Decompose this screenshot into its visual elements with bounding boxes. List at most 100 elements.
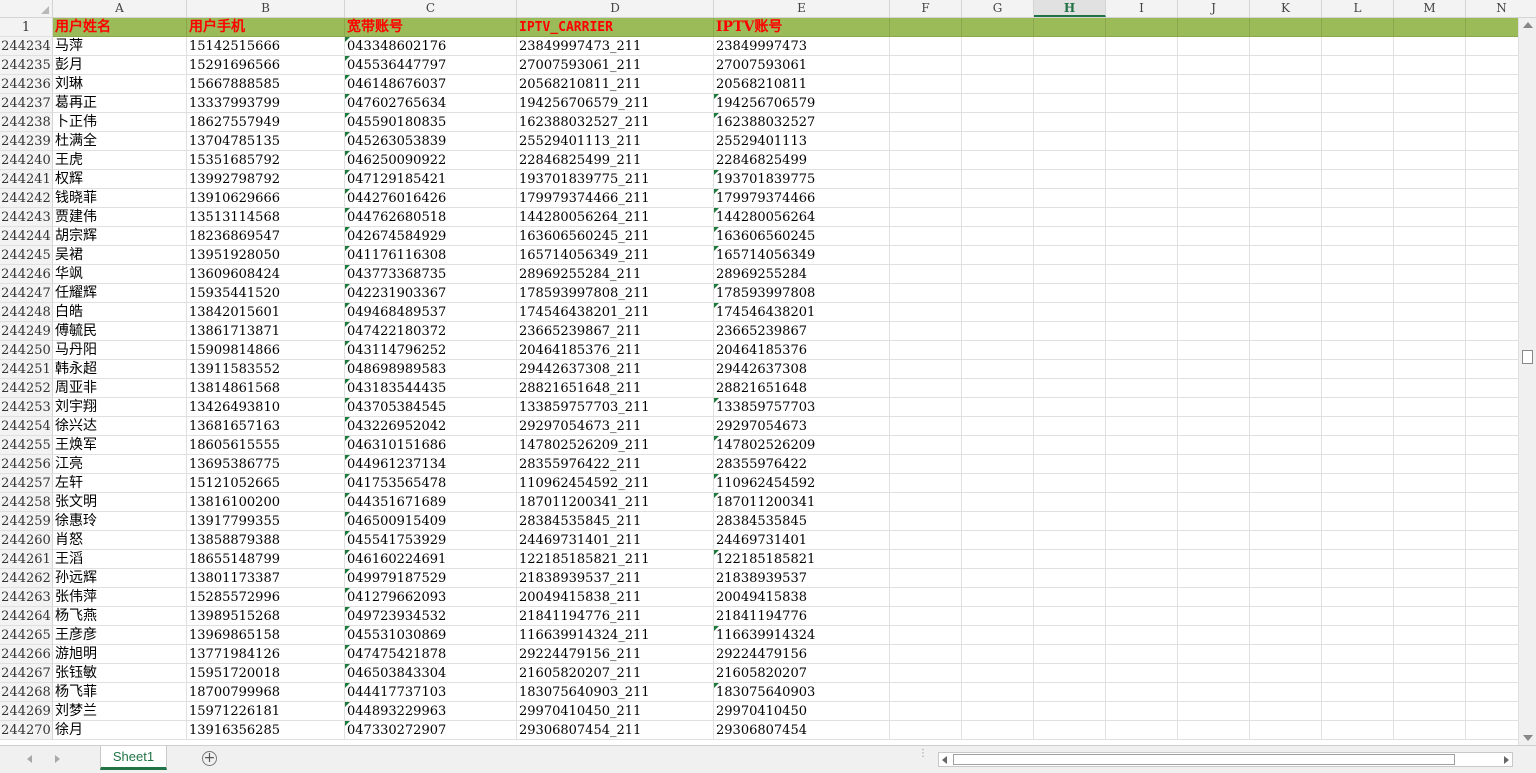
empty-cell[interactable] (1034, 607, 1106, 626)
cell-user-phone[interactable]: 13969865158 (187, 626, 345, 645)
cell-broadband-account[interactable]: 046148676037 (345, 75, 517, 94)
empty-cell[interactable] (1394, 550, 1466, 569)
empty-cell[interactable] (1394, 284, 1466, 303)
empty-cell[interactable] (1034, 246, 1106, 265)
empty-cell[interactable] (962, 607, 1034, 626)
empty-cell[interactable] (890, 645, 962, 664)
empty-cell[interactable] (1394, 607, 1466, 626)
column-header-j[interactable]: J (1178, 0, 1250, 17)
row-number[interactable]: 244237 (0, 94, 53, 113)
empty-cell[interactable] (1322, 303, 1394, 322)
empty-cell[interactable] (1178, 626, 1250, 645)
row-number[interactable]: 244253 (0, 398, 53, 417)
cell-iptv-account[interactable]: 193701839775 (714, 170, 890, 189)
cell-user-name[interactable]: 徐月 (53, 721, 187, 740)
scroll-split-handle[interactable]: ⋮ (918, 749, 928, 766)
empty-cell[interactable] (1034, 626, 1106, 645)
empty-cell[interactable] (1106, 208, 1178, 227)
cell-iptv-account[interactable]: 28821651648 (714, 379, 890, 398)
empty-cell[interactable] (1394, 227, 1466, 246)
empty-cell[interactable] (1106, 341, 1178, 360)
empty-cell[interactable] (1466, 265, 1518, 284)
cell-broadband-account[interactable]: 042231903367 (345, 284, 517, 303)
empty-cell[interactable] (890, 151, 962, 170)
empty-cell[interactable] (1394, 75, 1466, 94)
row-number[interactable]: 244259 (0, 512, 53, 531)
cell-iptv-carrier[interactable]: 193701839775_211 (517, 170, 714, 189)
cell-user-name[interactable]: 杜满全 (53, 132, 187, 151)
empty-cell[interactable] (890, 360, 962, 379)
row-number[interactable]: 244235 (0, 56, 53, 75)
row-number[interactable]: 244267 (0, 664, 53, 683)
empty-cell[interactable] (1466, 322, 1518, 341)
cell-iptv-carrier[interactable]: 162388032527_211 (517, 113, 714, 132)
cell-iptv-carrier[interactable]: 178593997808_211 (517, 284, 714, 303)
row-number[interactable]: 244247 (0, 284, 53, 303)
empty-cell[interactable] (1466, 341, 1518, 360)
row-number[interactable]: 244236 (0, 75, 53, 94)
empty-cell[interactable] (1178, 18, 1250, 37)
empty-cell[interactable] (1394, 664, 1466, 683)
empty-cell[interactable] (1034, 721, 1106, 740)
cell-broadband-account[interactable]: 047330272907 (345, 721, 517, 740)
empty-cell[interactable] (1106, 531, 1178, 550)
cell-iptv-carrier[interactable]: 28355976422_211 (517, 455, 714, 474)
cell-iptv-carrier[interactable]: 29442637308_211 (517, 360, 714, 379)
empty-cell[interactable] (1178, 56, 1250, 75)
cell-user-phone[interactable]: 13989515268 (187, 607, 345, 626)
column-header-c[interactable]: C (345, 0, 517, 17)
cell-iptv-account[interactable]: 29297054673 (714, 417, 890, 436)
cell-iptv-account[interactable]: 178593997808 (714, 284, 890, 303)
empty-cell[interactable] (1322, 360, 1394, 379)
empty-cell[interactable] (1178, 37, 1250, 56)
cell-user-phone[interactable]: 18627557949 (187, 113, 345, 132)
column-header-i[interactable]: I (1106, 0, 1178, 17)
empty-cell[interactable] (1394, 569, 1466, 588)
column-header-k[interactable]: K (1250, 0, 1322, 17)
empty-cell[interactable] (962, 702, 1034, 721)
row-number[interactable]: 244268 (0, 683, 53, 702)
empty-cell[interactable] (1466, 18, 1518, 37)
empty-cell[interactable] (1178, 436, 1250, 455)
cell-iptv-carrier[interactable]: 25529401113_211 (517, 132, 714, 151)
cell-user-phone[interactable]: 13513114568 (187, 208, 345, 227)
row-number[interactable]: 244242 (0, 189, 53, 208)
empty-cell[interactable] (962, 512, 1034, 531)
empty-cell[interactable] (890, 170, 962, 189)
empty-cell[interactable] (1034, 702, 1106, 721)
cell-user-name[interactable]: 徐惠玲 (53, 512, 187, 531)
empty-cell[interactable] (1106, 512, 1178, 531)
empty-cell[interactable] (1250, 436, 1322, 455)
empty-cell[interactable] (1106, 360, 1178, 379)
empty-cell[interactable] (1394, 132, 1466, 151)
cell-user-name[interactable]: 王焕军 (53, 436, 187, 455)
cell-user-phone[interactable]: 15951720018 (187, 664, 345, 683)
empty-cell[interactable] (962, 379, 1034, 398)
cell-user-phone[interactable]: 13858879388 (187, 531, 345, 550)
empty-cell[interactable] (962, 588, 1034, 607)
cell-iptv-account[interactable]: 144280056264 (714, 208, 890, 227)
cell-iptv-account[interactable]: 163606560245 (714, 227, 890, 246)
empty-cell[interactable] (1466, 721, 1518, 740)
empty-cell[interactable] (1250, 379, 1322, 398)
empty-cell[interactable] (1034, 265, 1106, 284)
cell-iptv-carrier[interactable]: 165714056349_211 (517, 246, 714, 265)
empty-cell[interactable] (1466, 379, 1518, 398)
row-number[interactable]: 244240 (0, 151, 53, 170)
empty-cell[interactable] (890, 56, 962, 75)
row-number[interactable]: 244241 (0, 170, 53, 189)
plus-circle-icon[interactable]: + (202, 751, 217, 766)
empty-cell[interactable] (1394, 113, 1466, 132)
empty-cell[interactable] (1322, 208, 1394, 227)
empty-cell[interactable] (1106, 398, 1178, 417)
empty-cell[interactable] (1466, 132, 1518, 151)
cell-user-name[interactable]: 傅毓民 (53, 322, 187, 341)
column-header-b[interactable]: B (187, 0, 345, 17)
empty-cell[interactable] (1250, 284, 1322, 303)
empty-cell[interactable] (1034, 664, 1106, 683)
row-number[interactable]: 244265 (0, 626, 53, 645)
empty-cell[interactable] (962, 626, 1034, 645)
cell-user-name[interactable]: 王虎 (53, 151, 187, 170)
cell-iptv-account[interactable]: 162388032527 (714, 113, 890, 132)
cell-user-phone[interactable]: 13911583552 (187, 360, 345, 379)
